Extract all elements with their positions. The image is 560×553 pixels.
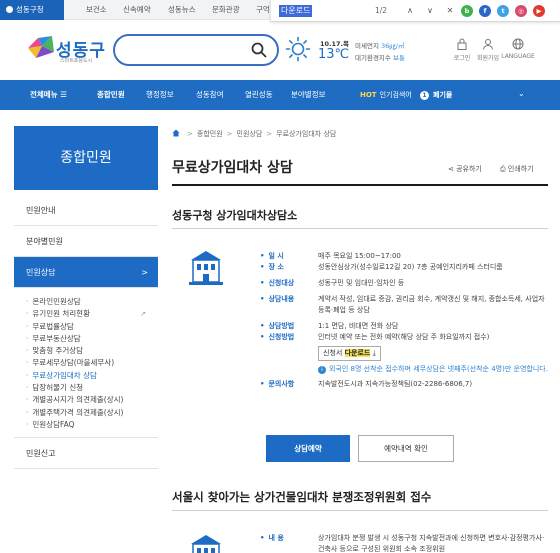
building-icon (189, 251, 223, 285)
find-next-button[interactable]: ∨ (423, 0, 437, 22)
nav-field-info[interactable]: 분야별정보 (291, 80, 326, 110)
nav-civil-service[interactable]: 종합민원 (97, 80, 125, 110)
search-icon[interactable] (251, 42, 267, 58)
info-row: 상담내용계약서 작성, 임대료 증감, 권리금 회수, 계약갱신 및 해지, 종… (260, 294, 550, 316)
reserve-button[interactable]: 상담예약 (266, 435, 350, 462)
nav-participation[interactable]: 성동참여 (196, 80, 224, 110)
info-row: 내 용상가임대차 분쟁 발생 시 성동구청 지속발전과에 신청하면 변호사·감정… (260, 533, 550, 553)
main-navigation: 전체메뉴 ☰ 종합민원 행정정보 성동참여 열린성동 분야별정보 HOT 인기검색… (0, 80, 560, 110)
sidebar-menu: 민원안내 분야별민원 민원상담> 온라인민원상담 유기민원 처리현황↗ 무료법률… (14, 195, 158, 470)
nav-admin-info[interactable]: 행정정보 (146, 80, 174, 110)
application-download-button[interactable]: 신청서 다운로드 ⤓ (318, 346, 381, 361)
title-divider (172, 184, 548, 186)
chevron-right-icon: > (141, 268, 148, 277)
menu-icon: ☰ (60, 90, 67, 99)
submenu-item[interactable]: 유기민원 처리현황↗ (26, 308, 158, 320)
find-prev-button[interactable]: ∧ (403, 0, 417, 22)
tab-news[interactable]: 성동뉴스 (168, 0, 196, 20)
breadcrumb-item[interactable]: 민원상담 (237, 130, 263, 138)
home-icon[interactable] (172, 129, 180, 137)
logo-dot-icon (6, 6, 13, 13)
find-bar: 다운로드 1/2 ∧ ∨ ✕ b f t ◎ ▶ (270, 0, 560, 22)
consultation-info: 일 시매주 목요일 15:00~17:00 장 소성동안심상가(성수일로12길 … (260, 251, 550, 390)
globe-icon (512, 38, 524, 50)
breadcrumb-item[interactable]: 종합민원 (197, 130, 223, 138)
section-divider (172, 228, 548, 229)
submenu-item[interactable]: 무료부동산상담 (26, 333, 158, 345)
section-divider (172, 510, 548, 511)
chevron-down-icon[interactable]: ⌄ (518, 89, 525, 98)
submenu-item[interactable]: 개별주택가격 의견제출(상시) (26, 407, 158, 419)
youtube-icon[interactable]: ▶ (533, 5, 545, 17)
download-icon: ⤓ (372, 349, 376, 357)
tab-quick-reserve[interactable]: 신속예약 (123, 0, 151, 20)
sidebar-item-guide[interactable]: 민원안내 (14, 195, 158, 226)
info-row: 신청대상성동구민 및 임대인·임차인 등 (260, 278, 550, 289)
submenu-item-active[interactable]: 무료상가임대차 상담 (26, 370, 158, 382)
submenu-item[interactable]: 민원상담FAQ (26, 419, 158, 431)
sidebar-item-field-civil[interactable]: 분야별민원 (14, 226, 158, 257)
instagram-icon[interactable]: ◎ (515, 5, 527, 17)
info-icon: i (318, 366, 326, 374)
breadcrumb: > 종합민원 > 민원상담 > 무료상가임대차 상담 (172, 129, 336, 139)
page-title: 무료상가임대차 상담 (172, 160, 293, 176)
section-heading-2: 서울시 찾아가는 상가건물임대차 분쟁조정위원회 접수 (172, 490, 432, 504)
external-link-icon: ↗ (140, 310, 146, 319)
tab-culture[interactable]: 문화관광 (212, 0, 240, 20)
submenu-item[interactable]: 담장허물기 신청 (26, 382, 158, 394)
check-reservation-button[interactable]: 예약내역 확인 (358, 435, 454, 462)
seongdong-logo-icon[interactable] (26, 34, 56, 60)
user-icon (483, 39, 493, 50)
lock-icon (457, 38, 467, 50)
tab-seongdong[interactable]: 성동구청 (0, 0, 64, 20)
logo-subtext: 스마트포용도시 (60, 58, 93, 64)
info-row: 신청방법인터넷 예약 또는 전화 예약(해당 상담 주 화요일까지 접수) (260, 332, 550, 343)
language-link[interactable]: LANGUAGE (500, 38, 536, 60)
find-count: 1/2 (375, 6, 388, 15)
info-row: 일 시매주 목요일 15:00~17:00 (260, 251, 550, 262)
section-heading: 성동구청 상가임대차상담소 (172, 209, 298, 222)
hot-keywords-label: HOT 인기검색어 (360, 91, 412, 99)
share-button[interactable]: ⋖ 공유하기 (448, 164, 482, 174)
print-button[interactable]: ⎙ 인쇄하기 (500, 164, 534, 174)
breadcrumb-item-current: 무료상가임대차 상담 (276, 130, 337, 138)
blog-icon[interactable]: b (461, 5, 473, 17)
info-row: 장 소성동안심상가(성수일로12길 20) 7층 공예인지리카페 스터디룸 (260, 262, 550, 273)
twitter-icon[interactable]: t (497, 5, 509, 17)
submenu-item[interactable]: 개별공시지가 의견제출(상시) (26, 394, 158, 406)
sunny-weather-icon (285, 36, 311, 62)
find-close-button[interactable]: ✕ (443, 0, 457, 22)
submenu-item[interactable]: 온라인민원상담 (26, 296, 158, 308)
air-quality-info: 대기환경지수 보통 (355, 54, 405, 62)
share-icon: ⋖ (448, 165, 454, 173)
find-input[interactable]: 다운로드 (279, 5, 313, 17)
download-row: 신청서 다운로드 ⤓ i 외국인 8명 선착순 접수하며 세무상담은 넷째주(선착… (260, 343, 550, 374)
sidebar-submenu: 온라인민원상담 유기민원 처리현황↗ 무료법률상담 무료부동산상담 맞춤형 주거… (14, 288, 158, 439)
tab-district[interactable]: 구억 (256, 0, 270, 20)
weather-temp: 13℃ (318, 47, 350, 62)
sidebar-item-report[interactable]: 민원신고 (14, 438, 158, 470)
facebook-icon[interactable]: f (479, 5, 491, 17)
fine-dust-info: 미세먼지 36㎍/㎥ (355, 42, 405, 50)
submenu-item[interactable]: 맞춤형 주거상담 (26, 345, 158, 357)
info-row: 문의사항지속발전도시과 지속가능정책팀(02-2286-6806,7) (260, 379, 550, 390)
info-row: 상담방법1:1 면담, 비대면 전화 상담 (260, 321, 550, 332)
hot-keyword-item[interactable]: 1 폐기물 (420, 80, 452, 110)
sidebar-item-consultation[interactable]: 민원상담 > (14, 257, 158, 288)
nav-open-seongdong[interactable]: 열린성동 (245, 80, 273, 110)
submenu-item[interactable]: 무료법률상담 (26, 321, 158, 333)
notice-text: i 외국인 8명 선착순 접수하며 세무상담은 넷째주(선착순 4명)만 운영합니… (318, 364, 550, 374)
all-menu-button[interactable]: 전체메뉴 ☰ (30, 80, 67, 110)
sidebar-title: 종합민원 (14, 126, 158, 190)
submenu-item[interactable]: 무료세무상담(마을세무사) (26, 357, 158, 369)
building-icon (191, 535, 221, 553)
print-icon: ⎙ (500, 165, 506, 173)
tab-health-center[interactable]: 보건소 (86, 0, 107, 20)
search-box[interactable] (113, 34, 279, 66)
